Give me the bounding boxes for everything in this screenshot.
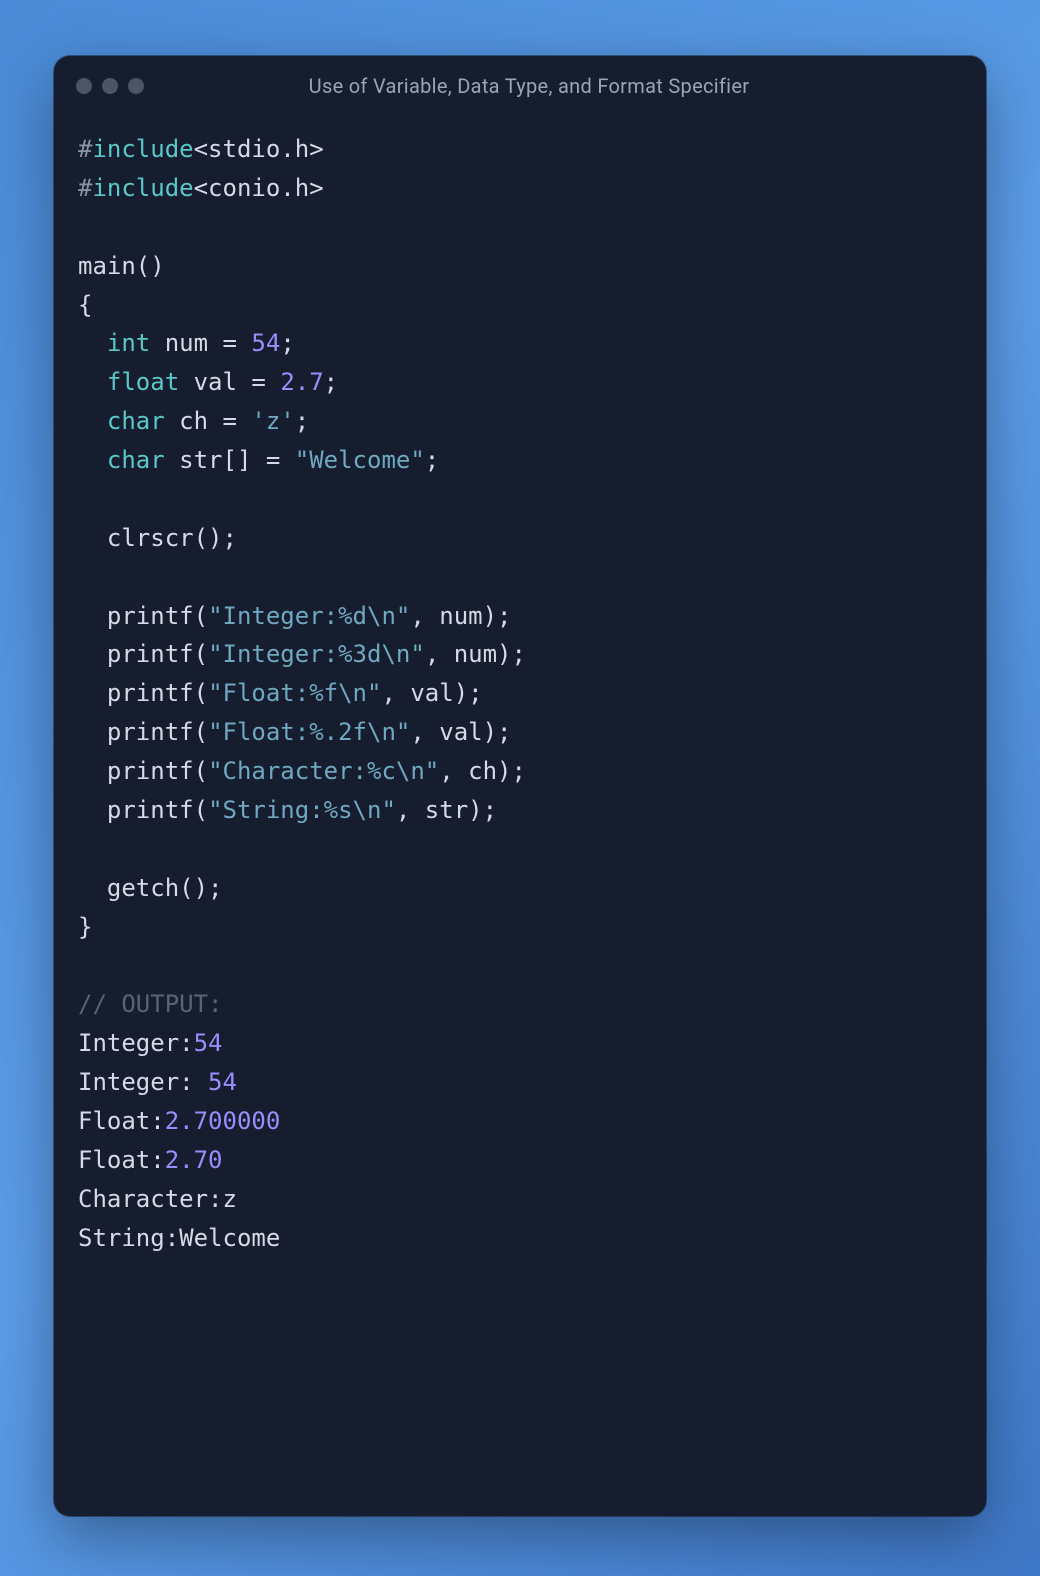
- comment: // OUTPUT:: [78, 990, 223, 1018]
- output-line: Integer:: [78, 1068, 208, 1096]
- output-num: 2.700000: [165, 1107, 281, 1135]
- titlebar: Use of Variable, Data Type, and Format S…: [54, 56, 986, 106]
- string-lit: "String:%s\n": [208, 796, 396, 824]
- preproc-hash: #: [78, 135, 92, 163]
- call: printf(: [107, 602, 208, 630]
- number: 54: [251, 329, 280, 357]
- decl: val =: [179, 368, 280, 396]
- args: , num);: [410, 602, 511, 630]
- include-kw: include: [92, 135, 193, 163]
- fn-name: main: [78, 252, 136, 280]
- call: getch();: [107, 874, 223, 902]
- semi: ;: [295, 407, 309, 435]
- semi: ;: [280, 329, 294, 357]
- call: printf(: [107, 718, 208, 746]
- call: printf(: [107, 679, 208, 707]
- type-kw: char: [107, 446, 165, 474]
- output-num: 2.70: [165, 1146, 223, 1174]
- string-lit: "Float:%f\n": [208, 679, 381, 707]
- code-block: #include<stdio.h> #include<conio.h> main…: [54, 106, 986, 1281]
- parens: (): [136, 252, 165, 280]
- code-window: Use of Variable, Data Type, and Format S…: [54, 56, 986, 1516]
- include-kw: include: [92, 174, 193, 202]
- string-lit: "Integer:%d\n": [208, 602, 410, 630]
- decl: str[] =: [165, 446, 295, 474]
- args: , ch);: [439, 757, 526, 785]
- char-lit: 'z': [251, 407, 294, 435]
- brace: {: [78, 291, 92, 319]
- brace: }: [78, 913, 92, 941]
- string-lit: "Welcome": [295, 446, 425, 474]
- call: printf(: [107, 757, 208, 785]
- output-line: String:Welcome: [78, 1224, 280, 1252]
- call: clrscr();: [107, 524, 237, 552]
- output-line: Float:: [78, 1146, 165, 1174]
- args: , num);: [425, 640, 526, 668]
- type-kw: int: [107, 329, 150, 357]
- args: , val);: [410, 718, 511, 746]
- type-kw: char: [107, 407, 165, 435]
- output-num: 54: [194, 1029, 223, 1057]
- string-lit: "Float:%.2f\n": [208, 718, 410, 746]
- semi: ;: [324, 368, 338, 396]
- decl: num =: [150, 329, 251, 357]
- args: , val);: [381, 679, 482, 707]
- string-lit: "Integer:%3d\n": [208, 640, 425, 668]
- args: , str);: [396, 796, 497, 824]
- call: printf(: [107, 796, 208, 824]
- preproc-hash: #: [78, 174, 92, 202]
- output-line: Character:z: [78, 1185, 237, 1213]
- include-header: <stdio.h>: [194, 135, 324, 163]
- decl: ch =: [165, 407, 252, 435]
- output-num: 54: [208, 1068, 237, 1096]
- minimize-icon[interactable]: [102, 78, 118, 94]
- close-icon[interactable]: [76, 78, 92, 94]
- output-line: Integer:: [78, 1029, 194, 1057]
- number: 2.7: [280, 368, 323, 396]
- include-header: <conio.h>: [194, 174, 324, 202]
- semi: ;: [425, 446, 439, 474]
- window-title: Use of Variable, Data Type, and Format S…: [124, 74, 934, 98]
- call: printf(: [107, 640, 208, 668]
- string-lit: "Character:%c\n": [208, 757, 439, 785]
- type-kw: float: [107, 368, 179, 396]
- output-line: Float:: [78, 1107, 165, 1135]
